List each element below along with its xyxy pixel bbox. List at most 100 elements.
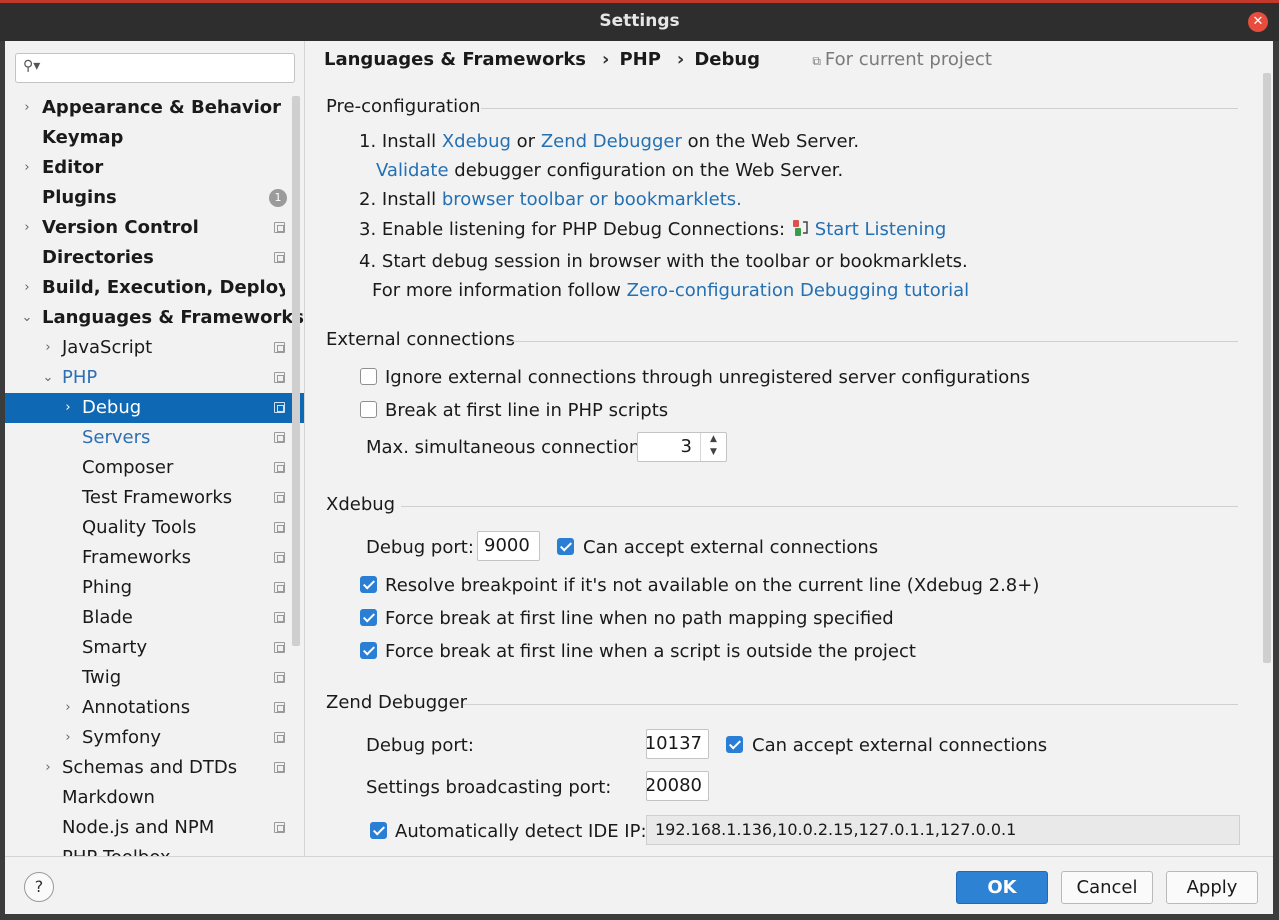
step-2: 2. Install browser toolbar or bookmarkle… — [359, 189, 742, 210]
sidebar-item-keymap[interactable]: Keymap — [5, 123, 304, 153]
cancel-button[interactable]: Cancel — [1061, 871, 1153, 904]
chevron-up-icon[interactable]: ▲ — [701, 433, 726, 446]
xdebug-port-input[interactable]: 9000 — [477, 531, 540, 561]
sidebar-item-label: Blade — [82, 607, 133, 628]
search-icon: ⚲▾ — [23, 58, 41, 74]
step-text: on the Web Server. — [687, 131, 860, 152]
sidebar-item-composer[interactable]: Composer — [5, 453, 304, 483]
main-scrollbar[interactable] — [1263, 73, 1271, 663]
xdebug-accept-label: Can accept external connections — [583, 537, 879, 558]
sidebar-item-phing[interactable]: Phing — [5, 573, 304, 603]
sidebar-item-editor[interactable]: › Editor — [5, 153, 304, 183]
step-4: 4. Start debug session in browser with t… — [359, 251, 968, 272]
chevron-right-icon[interactable]: › — [62, 393, 74, 423]
broadcast-port-label: Settings broadcasting port: — [366, 777, 612, 798]
stepper-value: 3 — [680, 436, 692, 457]
project-scope-icon — [274, 252, 285, 263]
sidebar-item-languages[interactable]: ⌄ Languages & Frameworks — [5, 303, 304, 333]
step-text: 2. Install — [359, 189, 437, 210]
sidebar-item-label: Build, Execution, Deployment — [42, 277, 285, 298]
sidebar-item-schemas[interactable]: › Schemas and DTDs — [5, 753, 304, 783]
force-break-nopath-label: Force break at first line when no path m… — [385, 608, 894, 629]
ok-button[interactable]: OK — [956, 871, 1048, 904]
divider — [463, 704, 1238, 705]
sidebar-item-directories[interactable]: Directories — [5, 243, 304, 273]
sidebar-item-symfony[interactable]: › Symfony — [5, 723, 304, 753]
sidebar-item-blade[interactable]: Blade — [5, 603, 304, 633]
sidebar-item-debug[interactable]: › Debug — [5, 393, 304, 423]
start-listening-link[interactable]: Start Listening — [815, 219, 946, 240]
resolve-breakpoint-label: Resolve breakpoint if it's not available… — [385, 575, 1040, 596]
sidebar-item-frameworks[interactable]: Frameworks — [5, 543, 304, 573]
chevron-right-icon[interactable]: › — [21, 93, 33, 123]
force-break-outside-checkbox[interactable] — [360, 642, 377, 659]
sidebar-item-annotations[interactable]: › Annotations — [5, 693, 304, 723]
project-scope-icon — [274, 462, 285, 473]
sidebar-item-markdown[interactable]: Markdown — [5, 783, 304, 813]
sidebar-item-quality-tools[interactable]: Quality Tools — [5, 513, 304, 543]
sidebar-item-servers[interactable]: Servers — [5, 423, 304, 453]
stepper-arrows[interactable]: ▲ ▼ — [700, 433, 726, 461]
chevron-down-icon[interactable]: ⌄ — [21, 303, 33, 333]
sidebar-item-smarty[interactable]: Smarty — [5, 633, 304, 663]
chevron-right-icon[interactable]: › — [42, 333, 54, 363]
close-icon[interactable]: ✕ — [1248, 12, 1268, 32]
sidebar-item-label: Keymap — [42, 127, 124, 148]
autodetect-ip-checkbox[interactable] — [370, 822, 387, 839]
apply-button[interactable]: Apply — [1166, 871, 1258, 904]
sidebar-item-twig[interactable]: Twig — [5, 663, 304, 693]
sidebar-item-javascript[interactable]: › JavaScript — [5, 333, 304, 363]
project-scope-icon — [274, 402, 285, 413]
project-scope-icon — [274, 492, 285, 503]
sidebar-item-php[interactable]: ⌄ PHP — [5, 363, 304, 393]
breadcrumb-item: Debug — [694, 49, 761, 70]
chevron-right-icon[interactable]: › — [21, 273, 33, 303]
max-connections-stepper[interactable]: 3 ▲ ▼ — [637, 432, 727, 462]
sidebar-item-nodejs[interactable]: Node.js and NPM — [5, 813, 304, 843]
chevron-down-icon[interactable]: ⌄ — [42, 363, 54, 393]
ignore-external-checkbox[interactable] — [360, 368, 377, 385]
project-scope-icon — [274, 582, 285, 593]
chevron-right-icon[interactable]: › — [21, 153, 33, 183]
tutorial-link[interactable]: Zero-configuration Debugging tutorial — [627, 280, 970, 301]
xdebug-accept-checkbox[interactable] — [557, 538, 574, 555]
sidebar-item-label: Plugins — [42, 187, 117, 208]
start-listening-icon[interactable] — [791, 219, 809, 237]
sidebar-item-php-toolbox[interactable]: PHP Toolbox — [5, 843, 304, 856]
project-scope-icon — [274, 372, 285, 383]
project-scope-icon — [274, 342, 285, 353]
validate-link[interactable]: Validate — [376, 160, 449, 181]
sidebar-item-label: Annotations — [82, 697, 191, 718]
sidebar-scrollbar[interactable] — [292, 96, 300, 646]
project-scope-icon — [274, 552, 285, 563]
sidebar-item-label: Phing — [82, 577, 133, 598]
chevron-right-icon[interactable]: › — [42, 753, 54, 783]
plugins-count-badge: 1 — [269, 189, 287, 207]
chevron-right-icon[interactable]: › — [62, 723, 74, 753]
sidebar-item-test-frameworks[interactable]: Test Frameworks — [5, 483, 304, 513]
zend-debugger-link[interactable]: Zend Debugger — [541, 131, 682, 152]
help-button[interactable]: ? — [24, 872, 54, 902]
sidebar-item-label: PHP — [62, 367, 98, 388]
sidebar-item-build[interactable]: › Build, Execution, Deployment — [5, 273, 304, 303]
xdebug-link[interactable]: Xdebug — [442, 131, 511, 152]
chevron-right-icon[interactable]: › — [21, 213, 33, 243]
step-1: 1. Install Xdebug or Zend Debugger on th… — [359, 131, 859, 152]
project-scope-icon — [274, 642, 285, 653]
resolve-breakpoint-checkbox[interactable] — [360, 576, 377, 593]
sidebar-item-appearance[interactable]: › Appearance & Behavior — [5, 93, 304, 123]
search-input[interactable]: ⚲▾ — [15, 53, 295, 83]
zend-port-input[interactable]: 10137 — [646, 729, 709, 759]
sidebar-item-plugins[interactable]: Plugins 1 — [5, 183, 304, 213]
broadcast-port-input[interactable]: 20080 — [646, 771, 709, 801]
chevron-down-icon[interactable]: ▼ — [701, 446, 726, 459]
sidebar-item-version-control[interactable]: › Version Control — [5, 213, 304, 243]
force-break-nopath-checkbox[interactable] — [360, 609, 377, 626]
project-scope-icon — [274, 222, 285, 233]
project-scope-icon — [274, 822, 285, 833]
chevron-right-icon[interactable]: › — [62, 693, 74, 723]
section-external: External connections — [326, 329, 1238, 350]
browser-toolbar-link[interactable]: browser toolbar or bookmarklets. — [442, 189, 742, 210]
zend-accept-checkbox[interactable] — [726, 736, 743, 753]
break-first-line-checkbox[interactable] — [360, 401, 377, 418]
